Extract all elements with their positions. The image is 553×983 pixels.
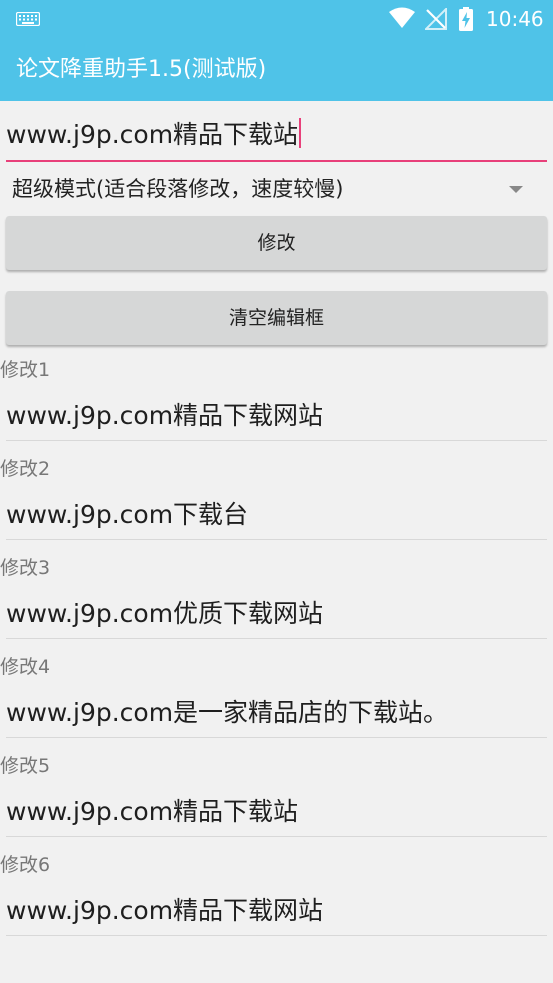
mode-spinner-value: 超级模式(适合段落修改，速度较慢) <box>12 177 344 201</box>
status-time: 10:46 <box>486 7 544 31</box>
status-bar: 10:46 <box>0 0 553 38</box>
keyboard-icon <box>16 12 40 26</box>
result-text-3: www.j9p.com优质下载网站 <box>6 599 324 628</box>
result-field-6[interactable]: www.j9p.com精品下载网站 <box>6 891 547 936</box>
result-field-2[interactable]: www.j9p.com下载台 <box>6 495 547 540</box>
wifi-icon <box>389 7 415 28</box>
result-text-6: www.j9p.com精品下载网站 <box>6 896 324 925</box>
text-input-value: www.j9p.com精品下载站 <box>6 118 302 152</box>
app-title: 论文降重助手1.5(测试版) <box>16 57 267 82</box>
mode-spinner[interactable]: 超级模式(适合段落修改，速度较慢) <box>6 168 547 212</box>
battery-charging-icon <box>459 7 473 31</box>
result-label-1: 修改1 <box>0 359 51 381</box>
result-text-4: www.j9p.com是一家精品店的下载站。 <box>6 698 449 727</box>
app-bar: 论文降重助手1.5(测试版) <box>0 38 553 101</box>
text-input[interactable]: www.j9p.com精品下载站 <box>6 112 547 162</box>
result-field-1[interactable]: www.j9p.com精品下载网站 <box>6 396 547 441</box>
result-text-5: www.j9p.com精品下载站 <box>6 797 299 826</box>
result-text-2: www.j9p.com下载台 <box>6 500 249 529</box>
result-text-1: www.j9p.com精品下载网站 <box>6 401 324 430</box>
result-label-4: 修改4 <box>0 656 51 678</box>
result-label-3: 修改3 <box>0 557 51 579</box>
result-field-5[interactable]: www.j9p.com精品下载站 <box>6 792 547 837</box>
result-label-2: 修改2 <box>0 458 51 480</box>
text-cursor <box>299 118 302 148</box>
result-label-6: 修改6 <box>0 854 51 876</box>
result-label-5: 修改5 <box>0 755 51 777</box>
no-signal-icon <box>425 8 447 30</box>
result-field-4[interactable]: www.j9p.com是一家精品店的下载站。 <box>6 693 547 738</box>
dropdown-arrow-icon <box>509 186 523 193</box>
clear-editor-button[interactable]: 清空编辑框 <box>6 291 547 345</box>
modify-button[interactable]: 修改 <box>6 216 547 270</box>
result-field-3[interactable]: www.j9p.com优质下载网站 <box>6 594 547 639</box>
